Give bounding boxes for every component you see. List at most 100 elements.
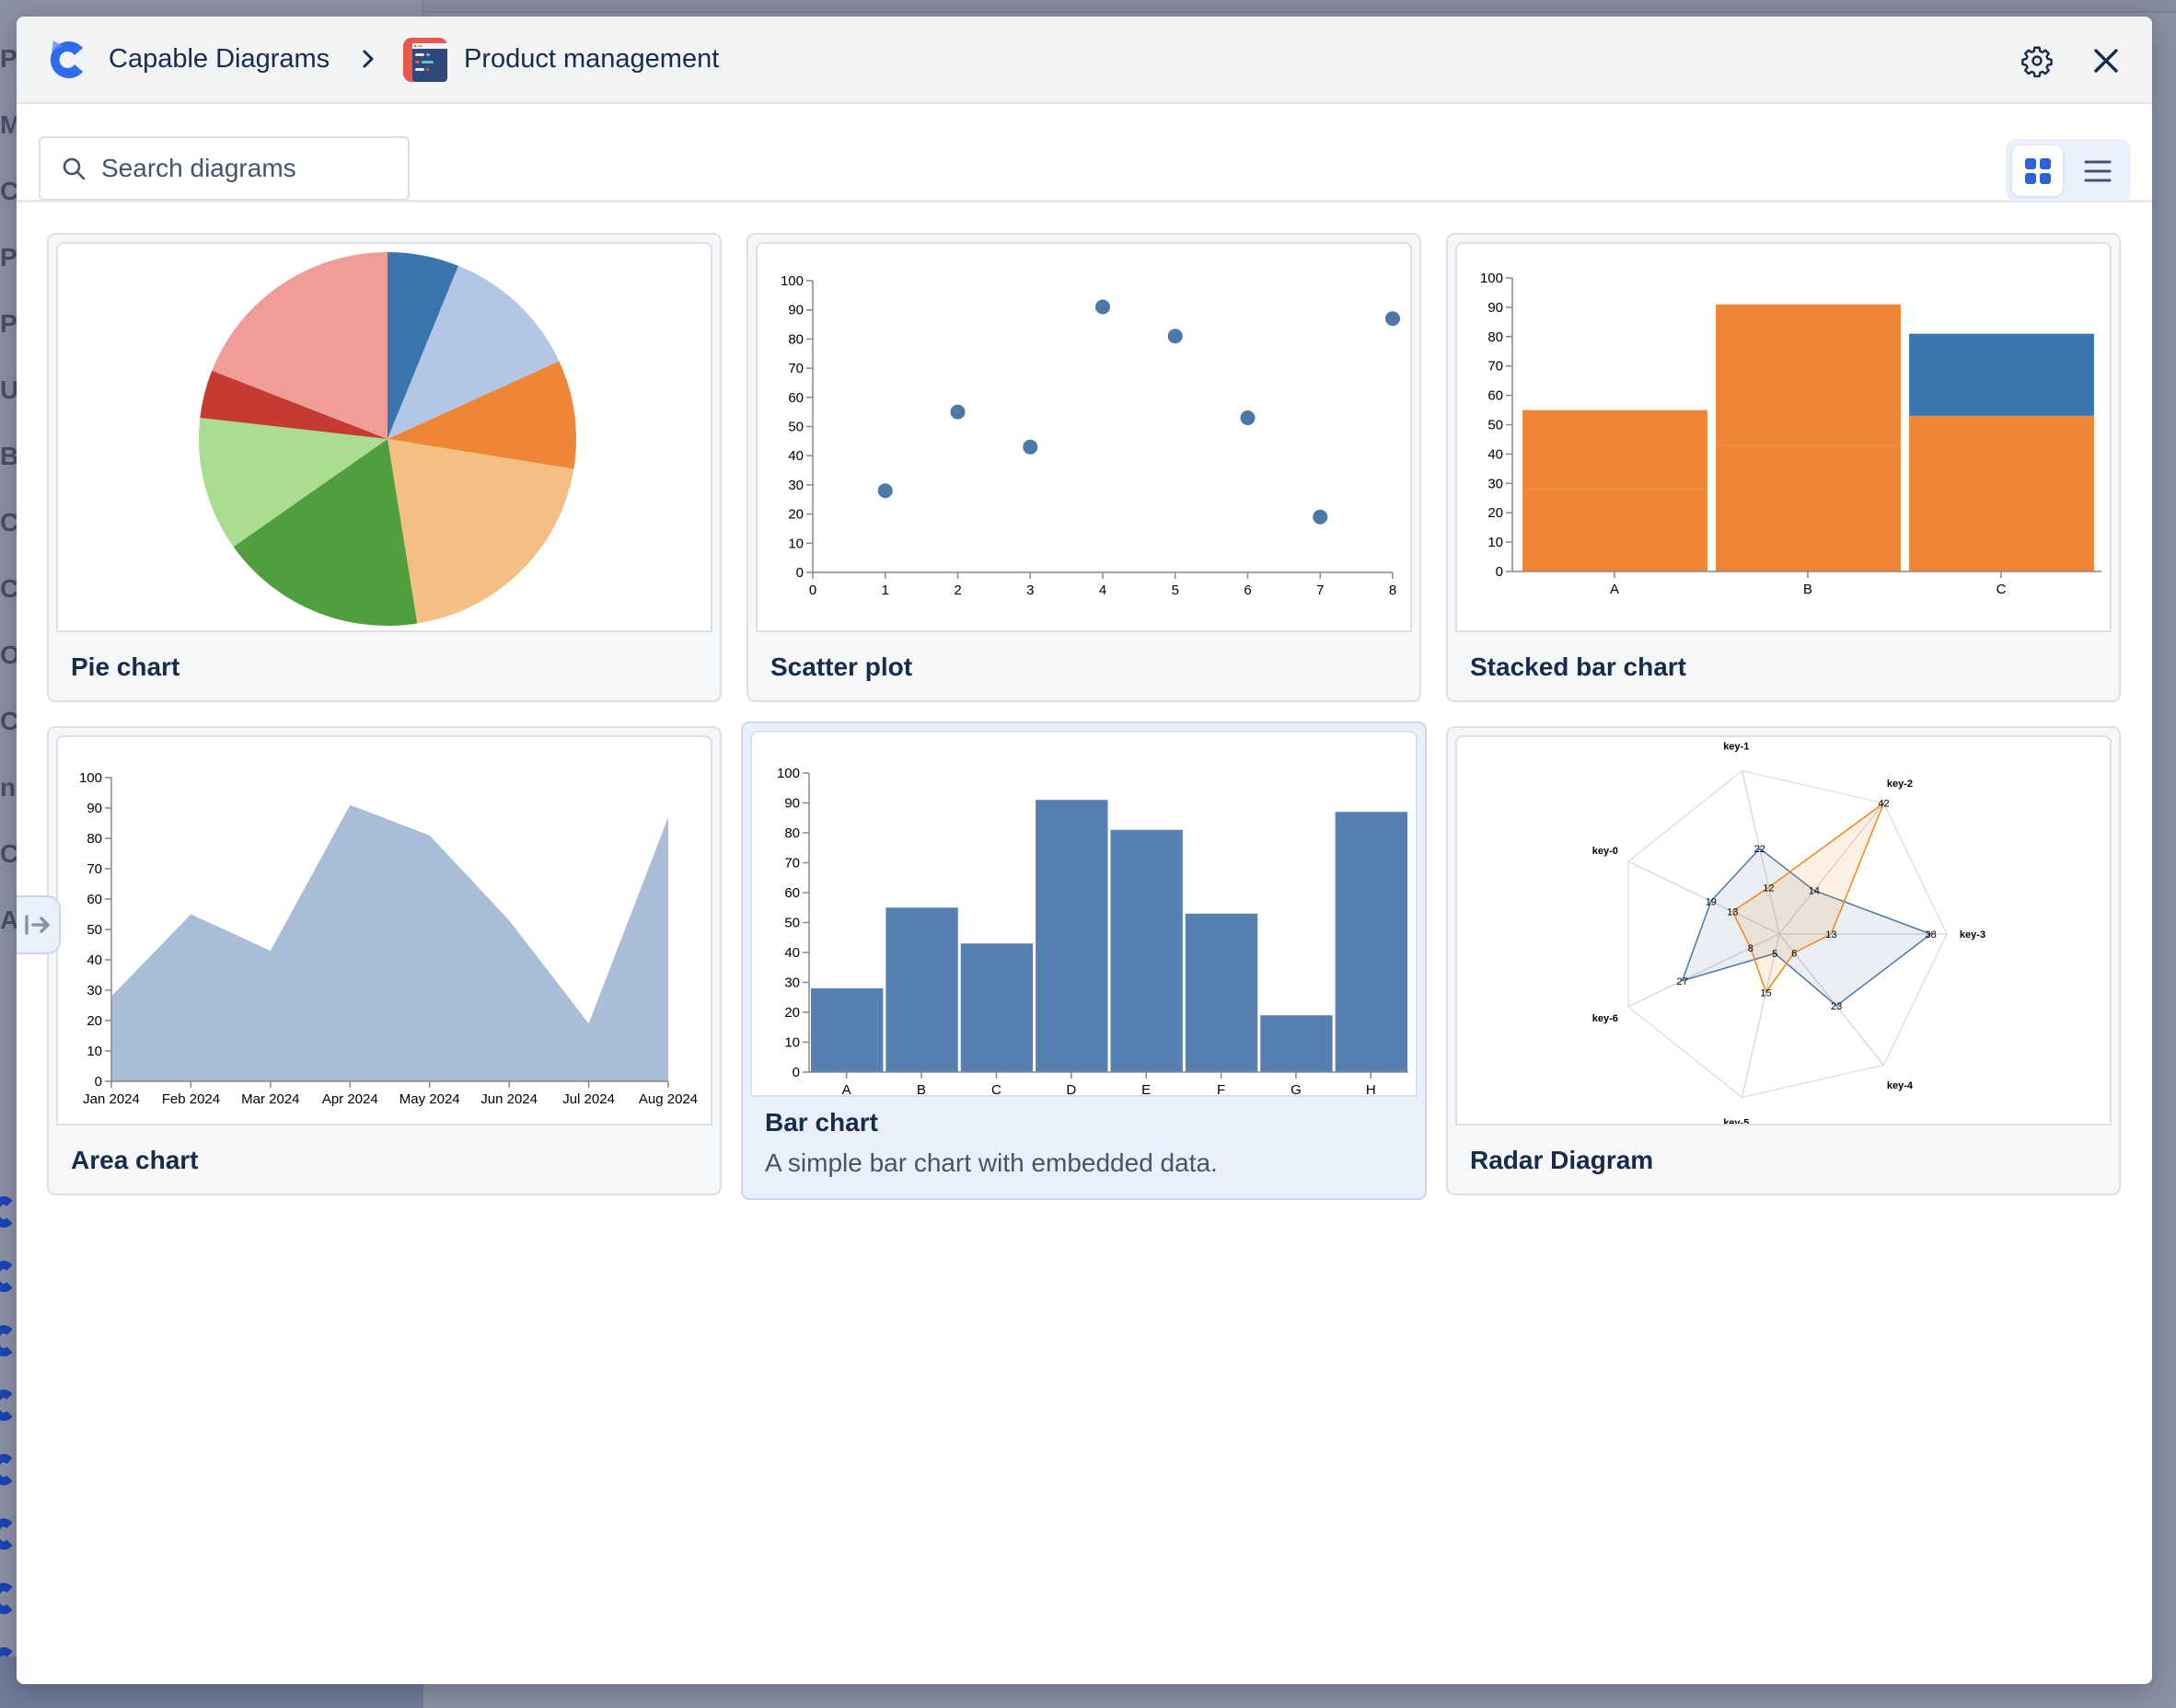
card-title: Scatter plot xyxy=(770,652,913,681)
card-thumbnail: key-0 key-1 key-2 key-3 key-4 key-5 key-6 19 22 1… xyxy=(1455,735,2112,1125)
background-app-icon xyxy=(0,1518,17,1550)
scatter-plot: 0 10 20 30 40 50 60 70 80 90 100 0 1 2 3 4 5 6 7 8 xyxy=(781,273,1400,598)
radar-value-label: 19 xyxy=(1706,896,1717,907)
area-chart: 0 10 20 30 40 50 60 70 80 90 100 Jan 2024 Feb 2024 Ma… xyxy=(79,770,698,1107)
x-tick-label: Apr 2024 xyxy=(322,1091,378,1107)
x-tick-label: B xyxy=(917,1082,926,1097)
y-tick-label: 90 xyxy=(788,303,804,318)
radar-key-label: key-5 xyxy=(1723,1118,1749,1125)
radar-key-label: key-4 xyxy=(1887,1080,1914,1091)
y-tick-label: 60 xyxy=(87,892,102,907)
card-title: Bar chart xyxy=(765,1108,878,1137)
card-title: Pie chart xyxy=(71,652,180,681)
bar-chart: 0 10 20 30 40 50 60 70 80 90 100 A B C D E F G H xyxy=(777,766,1408,1097)
y-tick-label: 80 xyxy=(87,831,102,847)
bar-D xyxy=(1036,800,1108,1072)
x-tick-label: A xyxy=(842,1082,851,1097)
y-tick-label: 20 xyxy=(1487,505,1503,521)
scatter-point xyxy=(1095,299,1110,315)
background-app-icon xyxy=(0,1325,17,1356)
card-title: Area chart xyxy=(71,1146,199,1174)
y-tick-label: 80 xyxy=(788,331,804,347)
expand-sidebar-button[interactable] xyxy=(17,895,61,954)
diagram-card-area-chart[interactable]: 0 10 20 30 40 50 60 70 80 90 100 Jan 2024 Feb 2024 Ma… xyxy=(47,726,722,1195)
diagram-card-bar-chart[interactable]: 0 10 20 30 40 50 60 70 80 90 100 A B C D E F G H Bar chart… xyxy=(741,721,1427,1200)
x-tick-label: Jun 2024 xyxy=(480,1091,538,1107)
card-thumbnail: 0 10 20 30 40 50 60 70 80 90 100 A B C xyxy=(1455,242,2112,632)
radar-value-label: 14 xyxy=(1809,886,1820,897)
y-tick-label: 60 xyxy=(784,885,800,901)
y-tick-label: 100 xyxy=(1480,271,1503,286)
background-app-icon xyxy=(0,1261,17,1292)
x-tick-label: Feb 2024 xyxy=(162,1091,220,1107)
x-tick-label: 8 xyxy=(1389,583,1396,598)
card-thumbnail: 0 10 20 30 40 50 60 70 80 90 100 Jan 2024 Feb 2024 Ma… xyxy=(56,735,712,1125)
y-tick-label: 50 xyxy=(784,916,800,931)
y-tick-label: 10 xyxy=(788,536,804,551)
search-box[interactable] xyxy=(39,136,410,201)
diagram-card-radar-diagram[interactable]: key-0 key-1 key-2 key-3 key-4 key-5 key-6 19 22 1… xyxy=(1446,726,2121,1195)
card-title: Radar Diagram xyxy=(1470,1146,1654,1174)
bar-A xyxy=(811,988,884,1072)
y-tick-label: 40 xyxy=(87,952,102,968)
radar-value-label: 6 xyxy=(1791,948,1797,959)
y-tick-label: 70 xyxy=(784,856,800,871)
y-tick-label: 60 xyxy=(1487,388,1503,404)
radar-key-label: key-0 xyxy=(1592,846,1618,857)
search-input[interactable] xyxy=(101,154,396,183)
bar-B xyxy=(885,907,958,1072)
y-tick-label: 90 xyxy=(784,796,800,812)
y-tick-label: 30 xyxy=(788,478,804,493)
x-tick-label: 4 xyxy=(1099,583,1106,598)
view-mode-toggle xyxy=(2006,139,2131,202)
diagram-card-pie-chart[interactable]: Pie chart xyxy=(47,233,722,702)
background-app-icon xyxy=(0,1454,17,1485)
y-tick-label: 30 xyxy=(87,983,102,998)
background-sidebar-item: P xyxy=(0,44,17,73)
y-tick-label: 0 xyxy=(95,1074,102,1090)
background-app-icon xyxy=(0,1583,17,1614)
radar-value-label: 12 xyxy=(1763,883,1774,894)
scatter-point xyxy=(1385,311,1400,327)
y-tick-label: 10 xyxy=(1487,535,1503,550)
breadcrumb-app-name[interactable]: Capable Diagrams xyxy=(109,42,330,75)
radar-value-label: 13 xyxy=(1727,907,1738,918)
capable-diagrams-logo-icon xyxy=(50,40,83,78)
scatter-point xyxy=(1167,329,1183,344)
close-button[interactable] xyxy=(2088,42,2124,79)
bar-C-orange-high xyxy=(1908,415,2095,572)
list-view-button[interactable] xyxy=(2072,145,2123,196)
diagram-card-stacked-bar-chart[interactable]: 0 10 20 30 40 50 60 70 80 90 100 A B C Stacked bar ch… xyxy=(1446,233,2121,702)
background-sidebar-item: P xyxy=(0,243,17,271)
radar-value-label: 38 xyxy=(1926,929,1937,941)
x-tick-label: H xyxy=(1366,1082,1376,1097)
y-tick-label: 20 xyxy=(784,1005,800,1021)
breadcrumb-space-name[interactable]: Product management xyxy=(464,42,719,75)
radar-key-label: key-6 xyxy=(1592,1013,1618,1024)
bar-C xyxy=(960,943,1034,1072)
close-icon xyxy=(2094,49,2118,73)
y-tick-label: 40 xyxy=(1487,446,1503,462)
y-tick-label: 30 xyxy=(1487,476,1503,491)
y-tick-label: 70 xyxy=(788,361,804,376)
x-tick-label: B xyxy=(1803,582,1812,597)
radar-key-label: key-2 xyxy=(1887,779,1913,790)
y-tick-label: 50 xyxy=(87,922,102,938)
scatter-point xyxy=(950,404,966,420)
settings-button[interactable] xyxy=(2019,42,2055,79)
y-tick-label: 70 xyxy=(87,861,102,877)
pie-slice-D xyxy=(388,439,574,624)
bar-E xyxy=(1110,829,1183,1072)
list-icon xyxy=(2084,160,2111,181)
y-tick-label: 90 xyxy=(87,801,102,816)
x-tick-label: D xyxy=(1066,1082,1076,1097)
search-icon xyxy=(63,157,86,180)
card-thumbnail: 0 10 20 30 40 50 60 70 80 90 100 A B C D E F G H xyxy=(750,731,1418,1097)
x-tick-label: May 2024 xyxy=(399,1091,460,1107)
diagram-card-scatter-plot[interactable]: 0 10 20 30 40 50 60 70 80 90 100 0 1 2 3 4 5 6 7 8 Scatter … xyxy=(747,233,1421,702)
radar-value-label: 42 xyxy=(1878,799,1889,810)
grid-view-button[interactable] xyxy=(2012,145,2063,196)
card-thumbnail xyxy=(56,242,712,632)
radar-key-label: key-1 xyxy=(1723,741,1749,752)
gear-icon xyxy=(2021,46,2053,77)
